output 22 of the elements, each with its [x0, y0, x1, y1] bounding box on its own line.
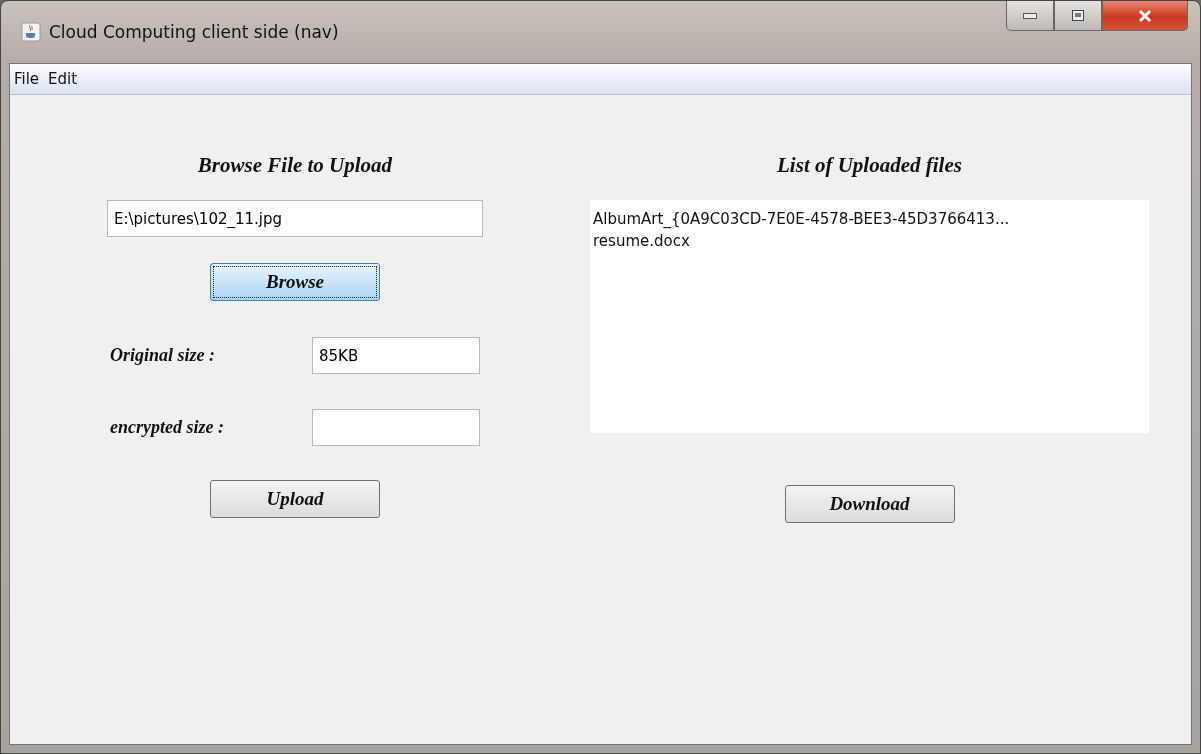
section-heading: List of Uploaded files: [777, 153, 962, 179]
field-label: encrypted size :: [110, 417, 224, 438]
size-field[interactable]: [312, 409, 480, 446]
menu-item[interactable]: Edit: [48, 70, 78, 88]
browse-button[interactable]: Browse: [210, 263, 380, 301]
close-icon: [1138, 9, 1152, 22]
size-field[interactable]: 85KB: [312, 337, 480, 374]
maximize-button[interactable]: [1054, 1, 1102, 31]
field-label: Original size :: [110, 345, 215, 366]
upload-button[interactable]: Upload: [210, 480, 380, 518]
file-path-field[interactable]: E:\pictures\102_11.jpg: [107, 200, 483, 237]
close-button[interactable]: [1102, 1, 1188, 31]
file-list-item[interactable]: AlbumArt_{0A9C03CD-7E0E-4578-BEE3-45D3766413...: [590, 208, 1149, 230]
menu-item[interactable]: File: [14, 70, 40, 88]
file-list-item[interactable]: resume.docx: [590, 230, 1149, 252]
download-button[interactable]: Download: [784, 485, 955, 523]
minimize-button[interactable]: [1006, 1, 1054, 31]
window-title: Cloud Computing client side (nav): [49, 22, 339, 42]
maximize-icon: [1072, 10, 1084, 21]
minimize-icon: [1023, 12, 1037, 19]
cup-icon: [21, 22, 41, 42]
section-heading: Browse File to Upload: [197, 153, 393, 179]
